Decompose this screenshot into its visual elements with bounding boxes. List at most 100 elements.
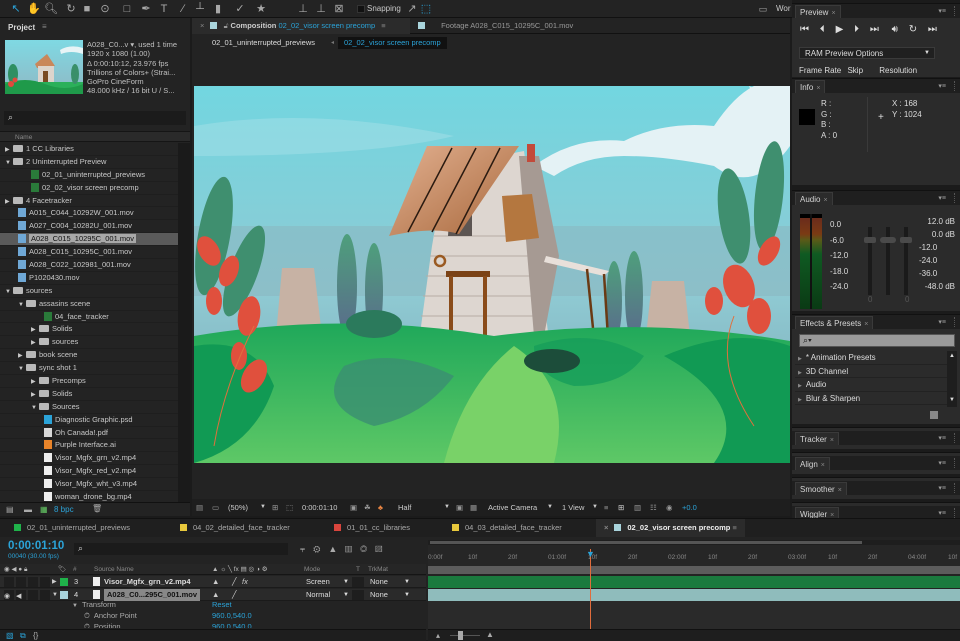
lock-toggle[interactable]	[40, 590, 50, 600]
footage-tab[interactable]: Footage A028_C015_10295C_001.mov	[418, 18, 573, 34]
slider-handle[interactable]	[900, 237, 912, 243]
project-item[interactable]: A027_C004_10282U_001.mov	[0, 220, 178, 234]
layer-bar-4[interactable]	[428, 589, 960, 601]
snap-features-icon[interactable]: ⬚	[419, 2, 433, 16]
timeline-tab[interactable]: 04_03_detailed_face_tracker	[452, 519, 562, 537]
composition-viewer[interactable]	[194, 86, 790, 463]
panel-menu-icon[interactable]: ▾≡	[938, 484, 946, 492]
effects-category[interactable]: ▶ * Animation Presets	[795, 351, 947, 365]
project-item[interactable]: A028_C015_10295C_001.mov	[0, 233, 178, 247]
new-preset-icon[interactable]	[930, 411, 938, 419]
zoom-tool-icon[interactable]: 🔍︎	[44, 2, 58, 16]
pen-tool-icon[interactable]: ✒	[139, 2, 153, 16]
first-frame-icon[interactable]: ⏮︎	[800, 24, 810, 35]
project-item[interactable]: 04_face_tracker	[0, 311, 178, 324]
layer-label-color[interactable]	[60, 578, 68, 586]
name-column-header[interactable]: Name	[0, 131, 190, 142]
zoom-in-icon[interactable]: ▲	[486, 630, 494, 639]
project-search-input[interactable]: ⌕	[4, 111, 186, 125]
playhead-handle[interactable]: ▼	[586, 549, 595, 559]
panel-grip[interactable]	[954, 317, 957, 327]
time-navigator-range[interactable]	[430, 541, 862, 544]
effects-scrollbar[interactable]: ▲ ▼	[947, 351, 957, 407]
snap-edges-icon[interactable]: ↗	[405, 2, 419, 16]
project-item[interactable]: ▶ book scene	[0, 349, 178, 363]
lock-toggle[interactable]	[40, 577, 50, 587]
region-of-interest-icon[interactable]: ▣	[456, 499, 463, 516]
zoom-out-icon[interactable]: ▴	[436, 631, 440, 640]
composition-tab[interactable]: × 🔓︎ Composition 02_02_visor screen prec…	[192, 18, 410, 34]
blend-mode-dropdown[interactable]: Normal	[306, 589, 330, 601]
panel-menu-icon[interactable]: ≡	[381, 21, 385, 30]
source-name-column-header[interactable]: Source Name	[94, 564, 134, 575]
preview-tab[interactable]: Preview ×	[795, 5, 841, 18]
lock-icon[interactable]: 🔓︎	[224, 21, 229, 30]
panel-menu-icon[interactable]: ▾≡	[938, 459, 946, 467]
zoom-slider-track[interactable]	[450, 635, 480, 636]
pan-behind-tool-icon[interactable]: ⊙	[98, 2, 112, 16]
fx-switch-icon[interactable]: fx	[242, 576, 248, 588]
transform-reset-link[interactable]: Reset	[212, 600, 232, 609]
playhead-line[interactable]	[590, 549, 591, 629]
timeline-search-input[interactable]: ⌕	[74, 543, 288, 555]
puppet-pin-tool-icon[interactable]: ★	[254, 2, 268, 16]
anchor-point-value[interactable]: 960.0,540.0	[212, 611, 252, 620]
stopwatch-icon[interactable]: ⏱︎	[84, 622, 90, 628]
toggle-pixel-aspect-icon[interactable]: ≡	[604, 499, 608, 516]
layer-bar-3[interactable]	[428, 576, 960, 588]
stopwatch-icon[interactable]: ⏱︎	[84, 611, 90, 620]
quality-switch-icon[interactable]: ╱	[232, 576, 237, 588]
motion-blur-icon[interactable]: ◎	[360, 544, 375, 554]
in-out-toggle-icon[interactable]: {}	[33, 631, 38, 640]
zoom-slider-handle[interactable]	[458, 631, 463, 640]
selection-tool-icon[interactable]: ↖	[9, 2, 23, 16]
last-frame-icon[interactable]: ⏭︎	[870, 24, 880, 35]
effects-category[interactable]: ▶ Blur & Sharpen	[795, 392, 947, 405]
always-preview-icon[interactable]: ▤	[196, 499, 203, 516]
workspace-label[interactable]: Wor	[776, 4, 791, 13]
draft-3d-icon[interactable]: ⚙	[313, 544, 328, 554]
info-tab[interactable]: Info ×	[795, 80, 826, 93]
scroll-up-icon[interactable]: ▲	[949, 353, 955, 359]
next-frame-icon[interactable]: ⏵︎	[854, 24, 860, 35]
flowchart-icon[interactable]: ☷	[650, 499, 657, 516]
show-snapshot-icon[interactable]: ☘	[364, 499, 371, 516]
panel-menu-icon[interactable]: ▾≡	[938, 82, 946, 90]
roto-brush-tool-icon[interactable]: ✓	[233, 2, 247, 16]
panel-grip[interactable]	[954, 458, 957, 468]
close-icon[interactable]: ×	[838, 487, 842, 494]
timeline-icon[interactable]: ▥	[634, 499, 641, 516]
hide-shy-layers-icon[interactable]: ▲	[328, 544, 345, 554]
exposure-value[interactable]: +0.0	[682, 499, 697, 516]
mode-column-header[interactable]: Mode	[304, 564, 320, 575]
world-axis-icon[interactable]: ⊥	[314, 2, 328, 16]
panel-menu-icon[interactable]: ▾≡	[938, 318, 946, 326]
panel-grip[interactable]	[954, 508, 957, 518]
preserve-transparency-toggle[interactable]	[352, 577, 364, 587]
blend-mode-dropdown[interactable]: Screen	[306, 576, 330, 588]
rectangle-tool-icon[interactable]: □	[120, 2, 134, 16]
panel-menu-icon[interactable]: ≡	[730, 523, 736, 532]
close-icon[interactable]: ×	[831, 10, 835, 17]
magnification-dropdown[interactable]: (50%)	[228, 499, 248, 516]
selected-item-name[interactable]: A028_C0...v ▾	[87, 40, 134, 49]
slider-handle[interactable]	[880, 237, 896, 243]
project-item[interactable]: ▼ sources	[0, 285, 178, 298]
project-item[interactable]: A015_C044_10292W_001.mov	[0, 207, 178, 221]
snapshot-icon[interactable]: ▣	[350, 499, 357, 516]
audio-toggle[interactable]: ◀	[16, 590, 26, 600]
breadcrumb-item-active[interactable]: 02_02_visor screen precomp	[338, 37, 447, 49]
channels-icon[interactable]: ♣	[378, 499, 383, 516]
frame-blending-icon[interactable]: ▥	[345, 544, 360, 554]
view-axis-icon[interactable]: ⊠	[332, 2, 346, 16]
close-icon[interactable]: ×	[823, 197, 827, 204]
current-time-display[interactable]: 0:00:01:10	[302, 499, 337, 516]
panel-menu-icon[interactable]: ▾≡	[938, 194, 946, 202]
close-icon[interactable]: ×	[200, 21, 204, 30]
track-matte-dropdown[interactable]: None	[370, 576, 388, 588]
brush-tool-icon[interactable]: ∕	[176, 2, 190, 16]
project-item[interactable]: ▼ 2 Uninterrupted Preview	[0, 156, 178, 169]
audio-toggle[interactable]	[16, 577, 26, 587]
ram-preview-icon[interactable]: ⏭︎	[928, 24, 938, 35]
chevron-right-icon[interactable]: ▶	[52, 576, 57, 588]
